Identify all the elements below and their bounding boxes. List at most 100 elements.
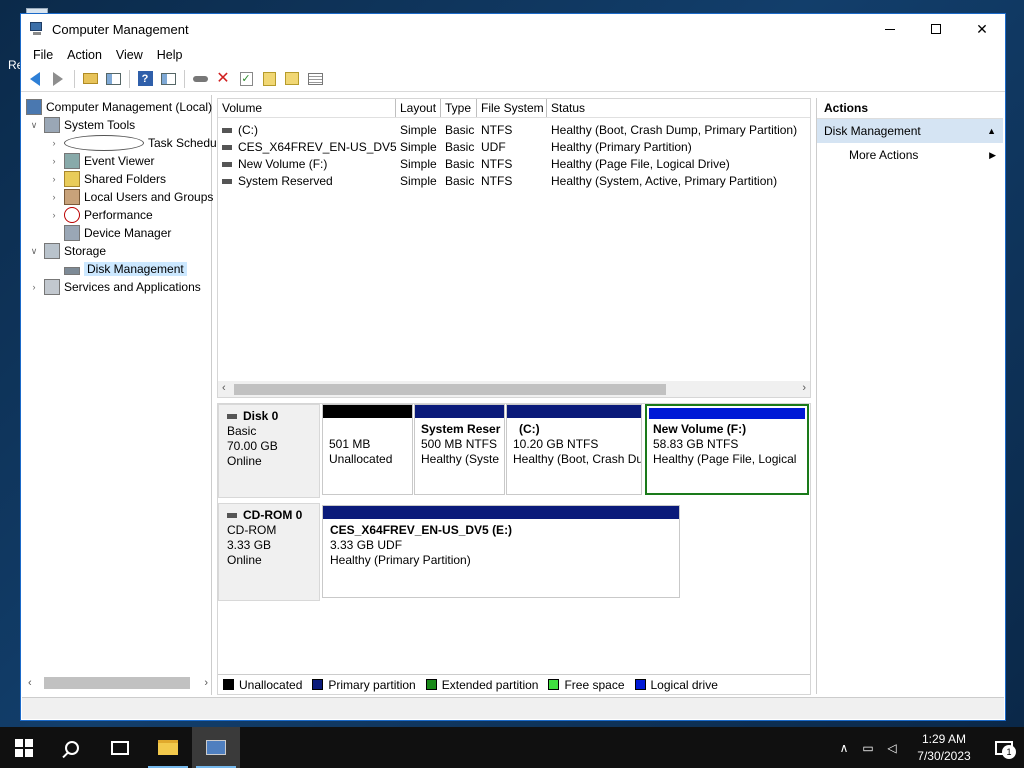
connect-drive-button[interactable] (189, 68, 211, 90)
forward-button[interactable] (47, 68, 69, 90)
volume-row[interactable]: CES_X64FREV_EN-US_DV5 (E:) Simple Basic … (218, 138, 810, 155)
volume-list: Volume Layout Type File System Status (C… (217, 98, 811, 398)
delete-x-icon: ✕ (216, 69, 230, 87)
drive-icon (222, 178, 232, 184)
search-button[interactable] (281, 68, 303, 90)
show-hide-tree-button[interactable] (102, 68, 124, 90)
partition-color-bar (507, 405, 641, 418)
scroll-left-icon[interactable]: ‹ (222, 382, 226, 394)
computer-icon (26, 99, 42, 115)
services-icon (44, 279, 60, 295)
maximize-button[interactable] (913, 14, 959, 44)
disk-icon (64, 267, 80, 275)
clock[interactable]: 1:29 AM 7/30/2023 (904, 731, 984, 765)
clock-date: 7/30/2023 (917, 748, 971, 763)
scrollbar-thumb[interactable] (44, 677, 190, 689)
users-icon (64, 189, 80, 205)
expand-icon[interactable]: › (48, 209, 60, 221)
action-center-button[interactable]: 1 (984, 727, 1024, 768)
partition-title: (C:) (519, 422, 540, 436)
clock-time: 1:29 AM (921, 731, 967, 746)
menu-view[interactable]: View (109, 48, 150, 62)
expand-icon[interactable]: › (48, 137, 60, 149)
cdrom-0-info[interactable]: CD-ROM 0 CD-ROM 3.33 GB Online (218, 503, 320, 601)
properties-button[interactable]: ✓ (235, 68, 257, 90)
disk-0-info[interactable]: Disk 0 Basic 70.00 GB Online (218, 404, 320, 498)
volume-row[interactable]: (C:) Simple Basic NTFS Healthy (Boot, Cr… (218, 121, 810, 138)
scroll-right-icon[interactable]: › (204, 677, 208, 689)
title-bar[interactable]: Computer Management ✕ (21, 14, 1005, 44)
search-button[interactable] (48, 727, 96, 768)
collapse-icon[interactable]: ∨ (28, 119, 40, 131)
task-view-button[interactable] (96, 727, 144, 768)
list-view-button[interactable] (304, 68, 326, 90)
disk-name: CD-ROM 0 (243, 508, 303, 522)
partition-c-drive[interactable]: (C:) 10.20 GB NTFS Healthy (Boot, Crash … (506, 404, 642, 495)
menu-action[interactable]: Action (60, 48, 109, 62)
tree-performance[interactable]: › Performance (48, 206, 153, 224)
column-header-type[interactable]: Type (441, 99, 477, 117)
actions-section-disk-management[interactable]: Disk Management ▲ (817, 119, 1003, 143)
start-button[interactable] (0, 727, 48, 768)
minimize-button[interactable] (867, 14, 913, 44)
scroll-left-icon[interactable]: ‹ (28, 677, 32, 689)
tree-horizontal-scrollbar[interactable]: ‹ › (26, 675, 210, 691)
legend-label: Free space (564, 677, 625, 692)
column-header-volume[interactable]: Volume (218, 99, 396, 117)
tree-shared-folders[interactable]: › Shared Folders (48, 170, 166, 188)
volume-button[interactable]: ◁ (880, 727, 904, 768)
partition-cdrom-e[interactable]: CES_X64FREV_EN-US_DV5 (E:) 3.33 GB UDF H… (322, 505, 680, 598)
partition-color-bar (323, 405, 412, 418)
cell-file-system: NTFS (481, 173, 513, 188)
tree-storage[interactable]: ∨ Storage (28, 242, 106, 260)
expand-icon[interactable]: › (48, 191, 60, 203)
partition-size: 10.20 GB NTFS (513, 437, 599, 451)
tree-event-viewer[interactable]: › Event Viewer (48, 152, 154, 170)
tree-task-scheduler[interactable]: › Task Scheduler (48, 134, 230, 152)
volume-list-horizontal-scrollbar[interactable]: ‹ › (218, 381, 810, 397)
disk-graphical-view: Disk 0 Basic 70.00 GB Online 501 MB Unal… (217, 403, 811, 695)
up-level-button[interactable] (79, 68, 101, 90)
window-title: Computer Management (52, 21, 189, 37)
scroll-right-icon[interactable]: › (802, 382, 806, 394)
computer-management-icon (30, 21, 46, 37)
menu-help[interactable]: Help (150, 48, 190, 62)
column-header-status[interactable]: Status (547, 99, 809, 117)
hard-disk-icon (227, 414, 237, 420)
more-actions-item[interactable]: More Actions ▶ (817, 143, 1003, 167)
help-button[interactable]: ? (134, 68, 156, 90)
expand-icon[interactable]: › (28, 281, 40, 293)
tree-root[interactable]: Computer Management (Local) (26, 98, 212, 116)
computer-management-taskbar-button[interactable] (192, 727, 240, 768)
expand-icon[interactable]: › (48, 173, 60, 185)
scrollbar-thumb[interactable] (234, 384, 666, 395)
tree-disk-management[interactable]: Disk Management (64, 260, 187, 278)
tree-local-users[interactable]: › Local Users and Groups (48, 188, 213, 206)
partition-system-reserved[interactable]: System Reser 500 MB NTFS Healthy (Syste (414, 404, 505, 495)
show-hidden-icons-button[interactable]: ∧ (832, 727, 856, 768)
close-button[interactable]: ✕ (959, 14, 1005, 44)
menu-file[interactable]: File (26, 48, 60, 62)
expand-icon[interactable]: › (48, 155, 60, 167)
partition-new-volume-f[interactable]: New Volume (F:) 58.83 GB NTFS Healthy (P… (645, 404, 809, 495)
partition-unallocated[interactable]: 501 MB Unallocated (322, 404, 413, 495)
tree-device-manager[interactable]: Device Manager (64, 224, 171, 242)
tree-label: System Tools (64, 118, 136, 132)
column-header-layout[interactable]: Layout (396, 99, 441, 117)
column-header-file-system[interactable]: File System (477, 99, 547, 117)
file-explorer-button[interactable] (144, 727, 192, 768)
network-button[interactable]: ▭ (856, 727, 880, 768)
legend-unallocated: Unallocated (223, 678, 302, 692)
collapse-icon[interactable]: ∨ (28, 245, 40, 257)
volume-row[interactable]: New Volume (F:) Simple Basic NTFS Health… (218, 155, 810, 172)
volume-row[interactable]: System Reserved Simple Basic NTFS Health… (218, 172, 810, 189)
tree-services[interactable]: › Services and Applications (28, 278, 201, 296)
open-button[interactable] (258, 68, 280, 90)
legend-label: Unallocated (239, 677, 303, 692)
show-hide-action-pane-button[interactable] (157, 68, 179, 90)
delete-button[interactable]: ✕ (212, 68, 234, 90)
collapse-up-icon[interactable]: ▲ (987, 126, 996, 136)
tree-system-tools[interactable]: ∨ System Tools (28, 116, 135, 134)
cell-layout: Simple (400, 122, 437, 137)
back-button[interactable] (24, 68, 46, 90)
